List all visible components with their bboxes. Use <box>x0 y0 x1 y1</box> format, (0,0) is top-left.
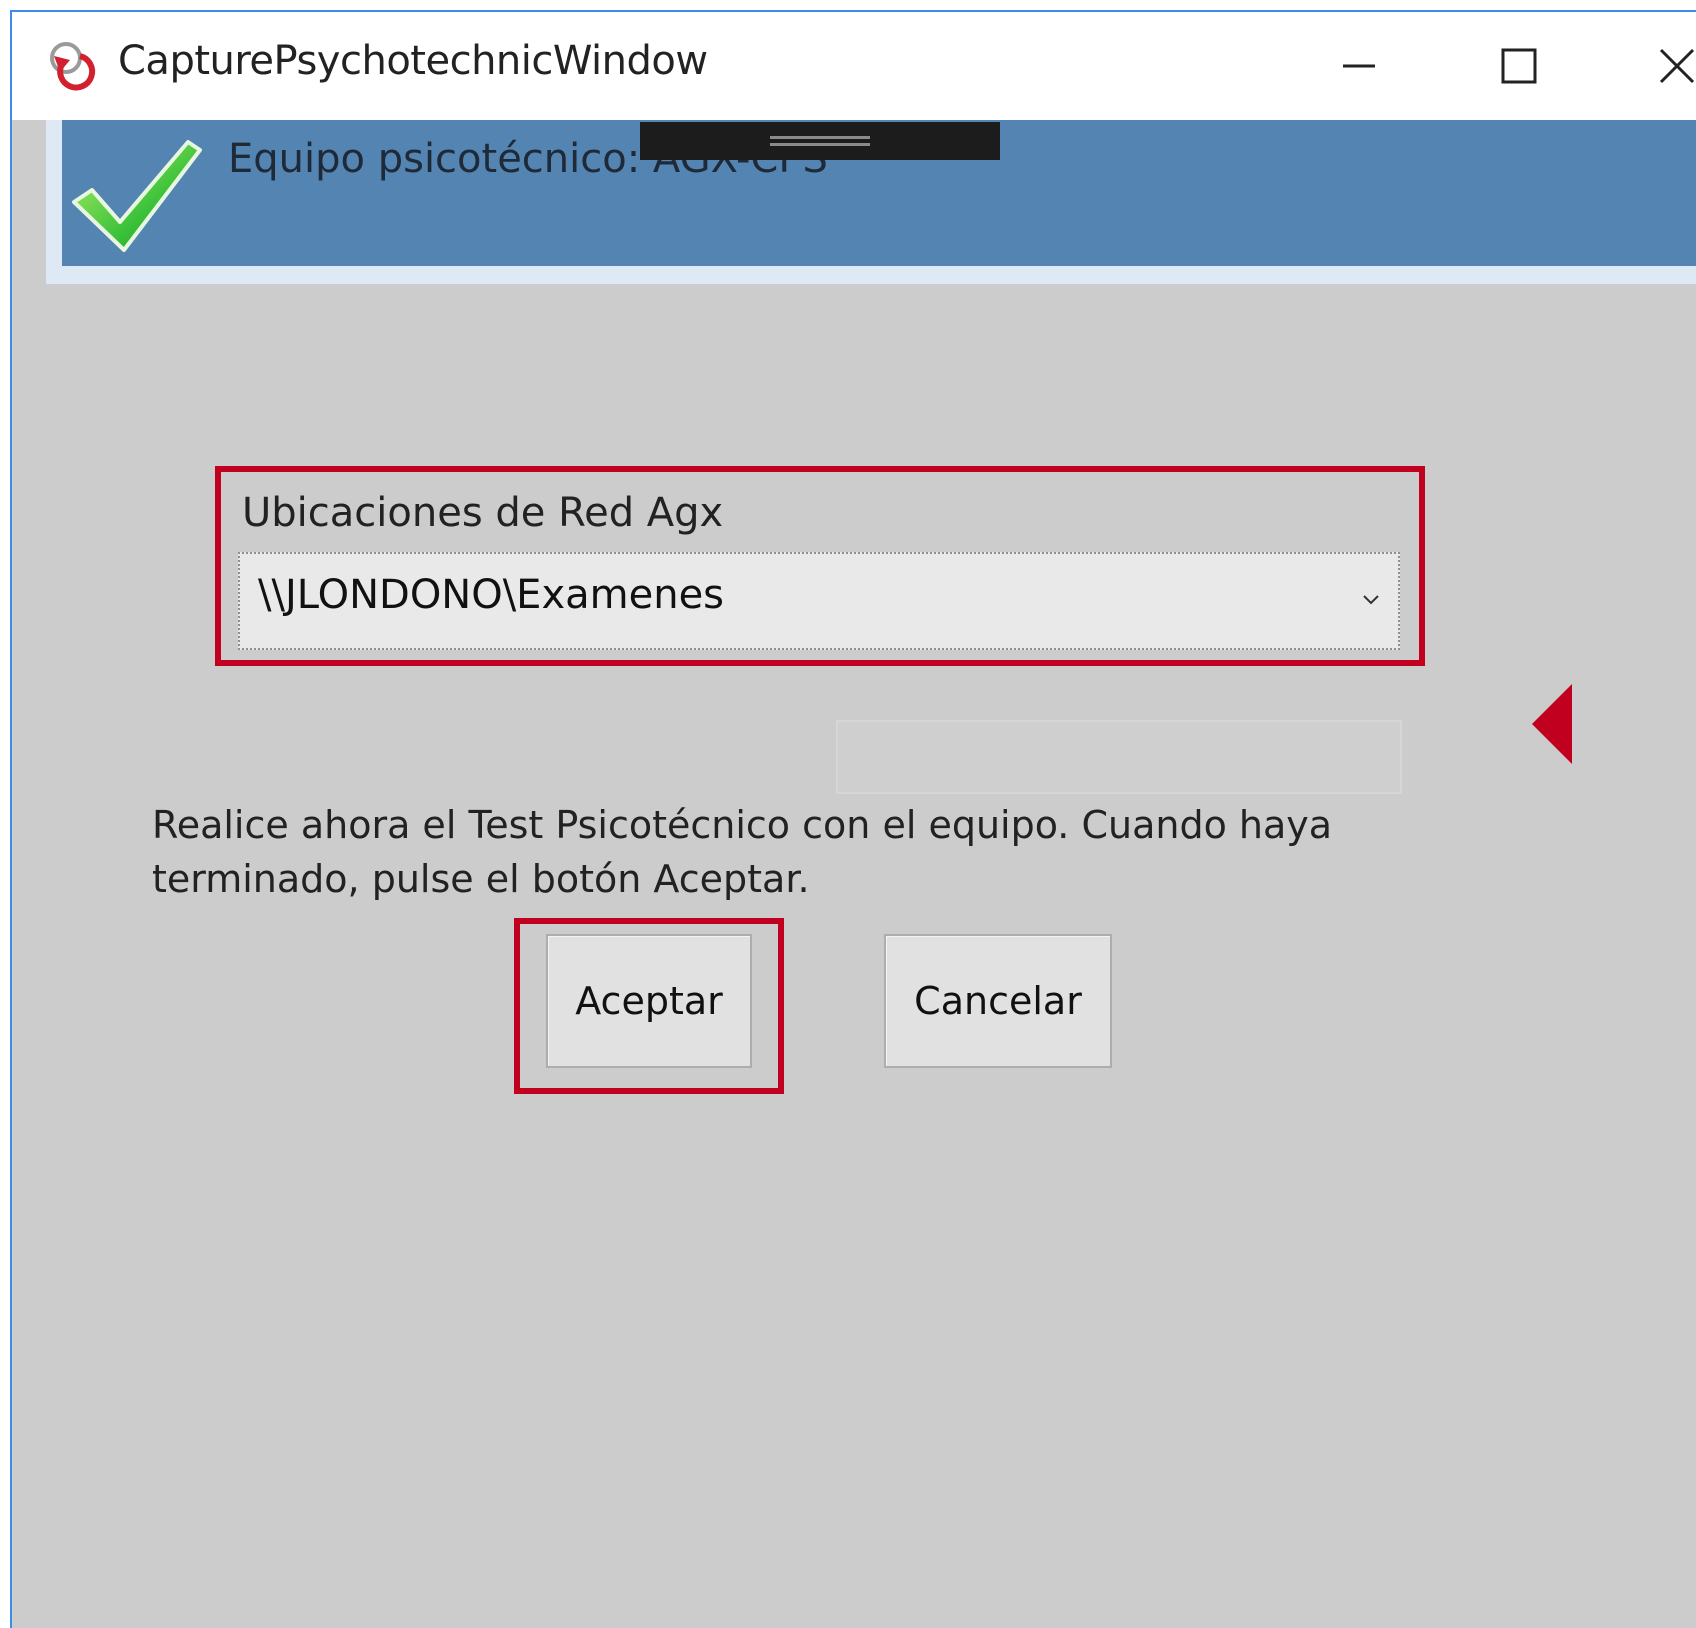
network-location-dropdown[interactable]: \\JLONDONO\Examenes <box>238 552 1400 650</box>
checkmark-icon <box>72 140 202 252</box>
maximize-icon <box>1501 48 1537 84</box>
drag-grip-icon[interactable] <box>770 136 870 146</box>
instructions-text: Realice ahora el Test Psicotécnico con e… <box>152 803 1333 901</box>
title-bar[interactable]: CapturePsychotechnicWindow <box>12 12 1696 120</box>
chevron-down-icon[interactable] <box>1360 588 1382 610</box>
disabled-text-field <box>836 720 1402 794</box>
network-location-value: \\JLONDONO\Examenes <box>258 572 725 618</box>
close-button[interactable] <box>1622 28 1696 104</box>
close-icon <box>1659 48 1695 84</box>
network-locations-label: Ubicaciones de Red Agx <box>242 490 724 536</box>
minimize-button[interactable] <box>1304 28 1414 104</box>
maximize-button[interactable] <box>1464 28 1574 104</box>
pointer-arrow-icon <box>1532 684 1572 764</box>
accept-button[interactable]: Aceptar <box>546 934 752 1068</box>
minimize-icon <box>1343 64 1375 68</box>
refresh-arrow-icon <box>50 42 96 91</box>
window-title: CapturePsychotechnicWindow <box>118 38 708 84</box>
capture-psychotechnic-window: CapturePsychotechnicWindow Equipo psicot… <box>10 10 1696 1628</box>
cancel-button[interactable]: Cancelar <box>884 934 1112 1068</box>
